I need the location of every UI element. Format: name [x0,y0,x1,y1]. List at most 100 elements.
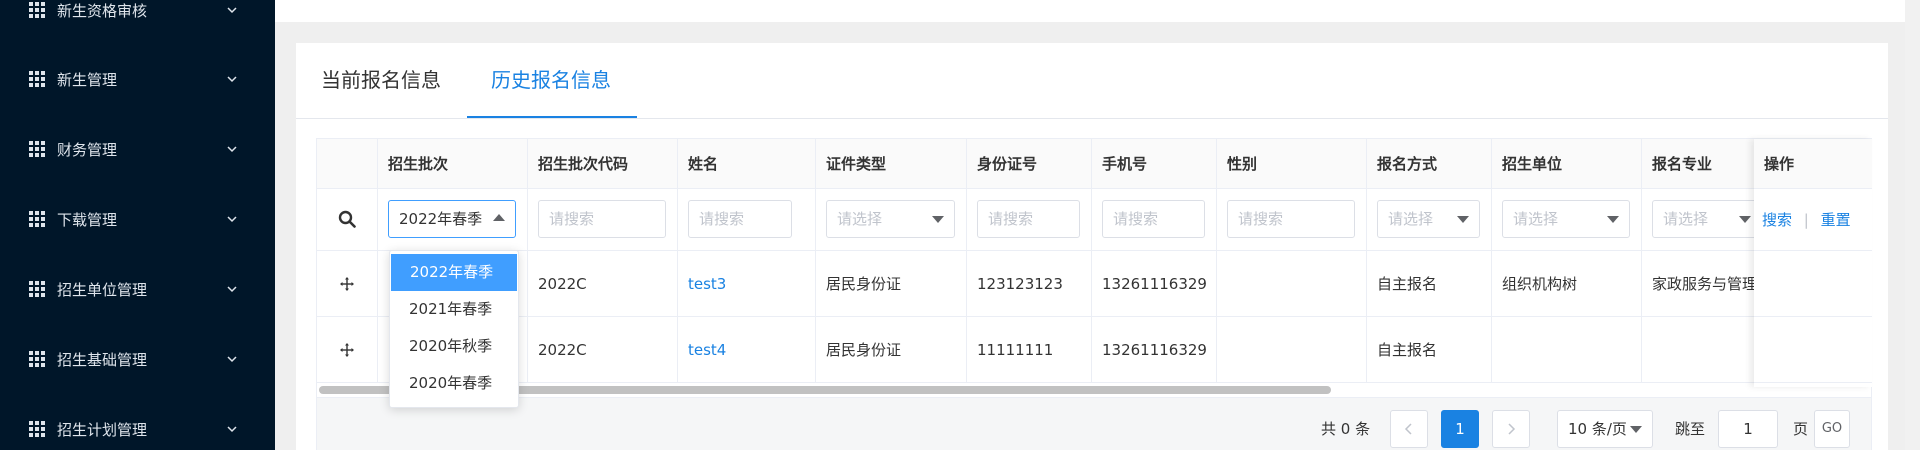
sidebar: 新生资格审核 新生管理 财务管理 下载管理 招生单位管理 招生基础管理 招生计划… [0,0,275,450]
tab-history-registration[interactable]: 历史报名信息 [491,43,611,118]
go-button[interactable]: GO [1814,410,1850,448]
search-button[interactable]: 搜索 [1762,211,1792,229]
name-search-input[interactable]: 请搜索 [688,200,792,238]
chevron-down-icon [227,146,237,153]
signup-method-select[interactable]: 请选择 [1377,200,1480,238]
dropdown-option[interactable]: 2020年秋季 [390,328,518,365]
signup-method-placeholder: 请选择 [1388,210,1434,228]
id-type-select[interactable]: 请选择 [826,200,955,238]
col-header-id-type: 证件类型 [816,139,967,189]
chevron-down-icon [227,76,237,83]
move-icon[interactable] [340,343,354,357]
move-icon[interactable] [340,277,354,291]
search-icon[interactable] [338,210,356,228]
tab-bar: 当前报名信息 历史报名信息 [296,43,1888,119]
table-cell-name-link[interactable]: test3 [678,251,816,317]
gender-search-input[interactable]: 请搜索 [1227,200,1355,238]
actions-filter-cell: 搜索 | 重置 [1754,189,1872,251]
filter-cell-id-number: 请搜索 [967,189,1092,251]
table-cell-major [1642,317,1756,383]
sidebar-item-unit-management[interactable]: 招生单位管理 [0,269,275,309]
table-cell-unit: 组织机构树 [1492,251,1642,317]
jump-page-input[interactable]: 1 [1718,410,1778,448]
caret-down-icon [1739,216,1751,223]
chevron-down-icon [227,426,237,433]
grid-icon [29,141,45,157]
tab-current-registration[interactable]: 当前报名信息 [321,43,441,118]
table-row-drag-cell [317,317,378,383]
batch-code-search-input[interactable]: 请搜索 [538,200,666,238]
sidebar-item-label: 新生管理 [57,70,118,89]
filter-cell-name: 请搜索 [678,189,816,251]
filter-cell-phone: 请搜索 [1092,189,1217,251]
chevron-left-icon [1404,423,1412,435]
actions-cell [1754,317,1872,383]
id-type-select-placeholder: 请选择 [837,210,883,228]
sidebar-item-plan-management[interactable]: 招生计划管理 [0,409,275,449]
sidebar-item-new-student-review[interactable]: 新生资格审核 [0,0,275,30]
unit-select-placeholder: 请选择 [1513,210,1559,228]
major-select-placeholder: 请选择 [1663,210,1709,228]
table-cell-id-number: 123123123 [967,251,1092,317]
actions-cell [1754,251,1872,317]
sidebar-item-download-management[interactable]: 下载管理 [0,199,275,239]
col-header-gender: 性别 [1217,139,1367,189]
col-header-id-number: 身份证号 [967,139,1092,189]
prev-page-button[interactable] [1390,410,1428,448]
grid-icon [29,421,45,437]
chevron-down-icon [227,286,237,293]
col-header-major: 报名专业 [1642,139,1756,189]
table-cell-signup-method: 自主报名 [1367,317,1492,383]
col-header-batch: 招生批次 [378,139,528,189]
col-header-actions: 操作 [1754,139,1872,189]
table-cell-id-type: 居民身份证 [816,251,967,317]
col-header-name: 姓名 [678,139,816,189]
operation-column: 操作 搜索 | 重置 [1754,139,1872,387]
sidebar-item-label: 招生计划管理 [57,420,148,439]
next-page-button[interactable] [1492,410,1530,448]
top-header-bar [275,0,1920,22]
chevron-down-icon [227,216,237,223]
content-card: 当前报名信息 历史报名信息 招生批次 招生批次代码 姓名 证件类型 身份证号 手… [296,43,1888,450]
page-size-select[interactable]: 10 条/页 [1557,410,1653,448]
caret-down-icon [932,216,944,223]
grid-icon [29,351,45,367]
table-cell-name-link[interactable]: test4 [678,317,816,383]
table-header-blank [317,139,378,189]
caret-down-icon [1607,216,1619,223]
chevron-down-icon [227,356,237,363]
table-cell-major: 家政服务与管理 [1642,251,1757,317]
filter-cell-batch: 2022年春季 [378,189,528,251]
page-scrollbar[interactable] [1905,0,1920,450]
table-cell-gender [1217,251,1367,317]
filter-cell-gender: 请搜索 [1217,189,1367,251]
batch-select[interactable]: 2022年春季 [388,200,516,238]
dropdown-option[interactable]: 2022年春季 [391,254,517,291]
sidebar-item-new-student-management[interactable]: 新生管理 [0,59,275,99]
sidebar-item-basic-management[interactable]: 招生基础管理 [0,339,275,379]
id-number-search-input[interactable]: 请搜索 [977,200,1080,238]
unit-select[interactable]: 请选择 [1502,200,1630,238]
table-cell-batch-code: 2022C [528,317,678,383]
grid-icon [29,71,45,87]
sidebar-item-label: 下载管理 [57,210,118,229]
page-number-button[interactable]: 1 [1441,410,1479,448]
table-cell-id-type: 居民身份证 [816,317,967,383]
reset-button[interactable]: 重置 [1821,211,1851,229]
table-cell-id-number: 11111111 [967,317,1092,383]
grid-icon [29,2,45,18]
col-header-batch-code: 招生批次代码 [528,139,678,189]
dropdown-option[interactable]: 2021年春季 [390,291,518,328]
col-header-signup-method: 报名方式 [1367,139,1492,189]
dropdown-option[interactable]: 2020年春季 [390,365,518,402]
major-select[interactable]: 请选择 [1652,200,1762,238]
batch-select-value: 2022年春季 [399,210,483,228]
jump-label: 跳至 [1675,420,1706,438]
sidebar-item-finance-management[interactable]: 财务管理 [0,129,275,169]
active-tab-indicator [467,116,637,118]
total-count: 共 0 条 [1321,420,1371,438]
phone-search-input[interactable]: 请搜索 [1102,200,1205,238]
filter-cell-batch-code: 请搜索 [528,189,678,251]
filter-cell-icon [317,189,378,251]
actions-separator: | [1803,211,1809,229]
